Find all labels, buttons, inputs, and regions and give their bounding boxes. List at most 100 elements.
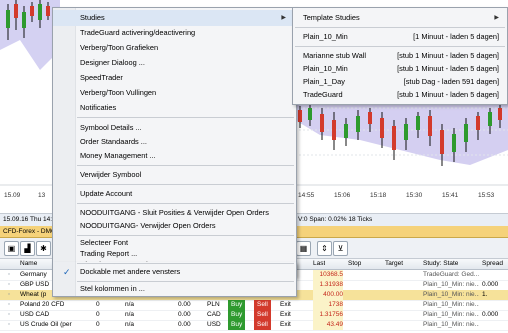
row-position: 0 — [96, 301, 100, 308]
menu-item-label: NOODUITGANG- Verwijder Open Orders — [80, 221, 216, 230]
menu-separator — [77, 117, 294, 118]
column-header[interactable]: Name — [20, 259, 37, 269]
menu-item-toggle-fills[interactable]: Verberg/Toon Vullingen — [53, 85, 294, 101]
buy-button[interactable]: Buy — [228, 300, 246, 310]
row-expand-icon[interactable]: ◦ — [8, 310, 10, 320]
menu-separator — [295, 27, 505, 28]
row-expand-icon[interactable]: ◦ — [8, 300, 10, 310]
row-expand-icon[interactable]: ◦ — [8, 290, 10, 300]
time-tick: 15:18 — [370, 192, 387, 199]
row-position: 0 — [96, 321, 100, 328]
submenu-item-template-studies[interactable]: Template Studies ▶ — [293, 10, 507, 26]
column-header[interactable]: Stop — [348, 259, 361, 269]
menu-item-update-account[interactable]: Update Account — [53, 186, 294, 202]
chevron-right-icon: ▶ — [281, 15, 286, 21]
chevron-right-icon: ▶ — [494, 15, 499, 21]
time-tick: 13 — [38, 192, 46, 199]
row-spread: 1. — [482, 291, 488, 298]
exit-button[interactable]: Exit — [280, 300, 291, 310]
filter-icon[interactable]: ⊻ — [333, 241, 348, 256]
row-name: Poland 20 CFD — [20, 301, 65, 308]
time-tick: 14:55 — [298, 192, 315, 199]
menu-item-label: Update Account — [80, 189, 133, 198]
time-tick: 15:06 — [334, 192, 351, 199]
menu-item-speedtrader[interactable]: SpeedTrader — [53, 70, 294, 86]
menu-item-dockable[interactable]: ✓ Dockable met andere vensters — [53, 265, 294, 279]
tools-icon[interactable]: ✱ — [36, 241, 51, 256]
menu-item-label: Studies — [80, 13, 105, 22]
submenu-item-name: Plain_10_Min — [303, 32, 348, 41]
group-label: CFD-Forex - DMO — [3, 228, 57, 235]
row-name: US Crude Oil (per — [20, 321, 72, 328]
sell-button[interactable]: Sell — [254, 320, 271, 330]
row-last: 400.00 — [313, 290, 343, 300]
column-header[interactable]: Study: State — [423, 259, 458, 269]
time-tick: 15:30 — [406, 192, 423, 199]
menu-item-designer[interactable]: Designer Dialoog ... — [53, 55, 294, 71]
row-spread: 0.000 — [482, 281, 499, 288]
sort-icon[interactable]: ⇕ — [317, 241, 332, 256]
row-currency: USD — [207, 321, 221, 328]
row-expand-icon[interactable]: ◦ — [8, 270, 10, 280]
studies-submenu: Template Studies ▶ Plain_10_Min [1 Minuu… — [292, 7, 508, 105]
row-study-state: Plain_10_Min: nie... — [423, 291, 479, 298]
menu-item-label: Stel kolommen in ... — [80, 284, 145, 293]
context-menu-bottom: ✓ Dockable met andere vensters Stel kolo… — [52, 262, 297, 297]
context-menu: Studies ▶ TradeGuard activering/deactive… — [52, 7, 297, 277]
open-folder-icon[interactable]: ▣ — [4, 241, 19, 256]
row-avg: n/a — [125, 301, 135, 308]
menu-item-tradeguard-toggle[interactable]: TradeGuard activering/deactivering — [53, 25, 294, 41]
menu-separator — [77, 165, 294, 166]
chart-icon[interactable]: ▟ — [20, 241, 35, 256]
menu-item-label: Dockable met andere vensters — [80, 267, 181, 276]
menu-item-label: Money Management ... — [80, 151, 156, 160]
row-last: 1738 — [313, 300, 343, 310]
row-last: 1.31756 — [313, 310, 343, 320]
row-expand-icon[interactable]: ◦ — [8, 320, 10, 330]
time-tick: 15:53 — [478, 192, 495, 199]
row-study-state: Plain_10_Min: nie... — [423, 311, 479, 318]
menu-item-set-columns[interactable]: Stel kolommen in ... — [53, 282, 294, 295]
grid-icon[interactable]: ▦ — [296, 241, 311, 256]
submenu-item-study[interactable]: Plain_10_Min [1 Minuut - laden 5 dagen] — [293, 29, 507, 45]
column-header[interactable]: Last — [313, 259, 325, 269]
row-last: 10368.5 — [313, 270, 343, 280]
menu-item-label: SpeedTrader — [80, 73, 123, 82]
sell-button[interactable]: Sell — [254, 300, 271, 310]
table-row[interactable]: ◦ US Crude Oil (per 0 n/a 0.00 USD Buy Sell Exit… — [0, 320, 508, 331]
row-expand-icon[interactable]: ◦ — [8, 280, 10, 290]
row-avg: n/a — [125, 321, 135, 328]
column-header[interactable]: Spread — [482, 259, 503, 269]
status-datetime: 15.09.16 Thu 14: — [3, 216, 53, 223]
menu-separator — [77, 263, 294, 264]
menu-item-label: Verwijder Symbool — [80, 170, 142, 179]
row-name: GBP USD — [20, 281, 50, 288]
row-pl: 0.00 — [178, 321, 191, 328]
exit-button[interactable]: Exit — [280, 320, 291, 330]
menu-item-remove-symbol[interactable]: Verwijder Symbool — [53, 167, 294, 183]
buy-button[interactable]: Buy — [228, 320, 246, 330]
menu-item-toggle-charts[interactable]: Verberg/Toon Grafieken — [53, 40, 294, 56]
row-pl: 0.00 — [178, 311, 191, 318]
time-tick: 15.09 — [4, 192, 21, 199]
menu-item-label: TradeGuard activering/deactivering — [80, 28, 196, 37]
menu-item-money-management[interactable]: Money Management ... — [53, 148, 294, 164]
column-header[interactable]: Target — [385, 259, 403, 269]
submenu-item-study[interactable]: TradeGuard [stub 1 Minuut - laden 5 dage… — [293, 87, 507, 103]
row-study-state: TradeGuard: Ged... — [423, 271, 479, 278]
sell-button[interactable]: Sell — [254, 310, 271, 320]
buy-button[interactable]: Buy — [228, 310, 246, 320]
menu-item-emergency-cancel-orders[interactable]: NOODUITGANG- Verwijder Open Orders — [53, 218, 294, 234]
menu-item-label: Verberg/Toon Vullingen — [80, 88, 157, 97]
submenu-item-name: TradeGuard — [303, 90, 343, 99]
menu-separator — [77, 235, 294, 236]
submenu-item-desc: [stub 1 Minuut - laden 5 dagen] — [397, 90, 499, 99]
menu-item-notifications[interactable]: Notificaties — [53, 100, 294, 116]
checkmark-icon: ✓ — [63, 267, 71, 277]
menu-item-label: Notificaties — [80, 103, 117, 112]
exit-button[interactable]: Exit — [280, 310, 291, 320]
row-spread: 0.000 — [482, 311, 499, 318]
menu-item-studies[interactable]: Studies ▶ — [53, 10, 294, 26]
row-name: USD CAD — [20, 311, 50, 318]
menu-item-label: Verberg/Toon Grafieken — [80, 43, 159, 52]
